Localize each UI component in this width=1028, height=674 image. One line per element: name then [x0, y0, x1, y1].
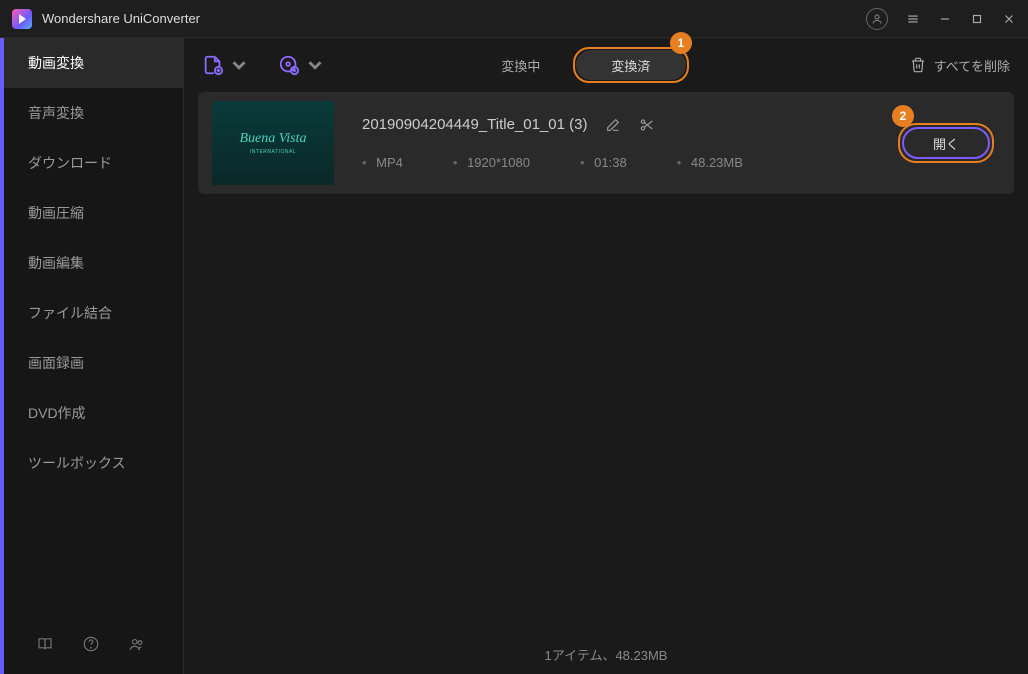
- file-thumbnail[interactable]: Buena Vista INTERNATIONAL: [212, 101, 334, 185]
- sidebar-item-label: DVD作成: [28, 403, 86, 423]
- sidebar-item-label: ファイル結合: [28, 303, 112, 323]
- tab-label: 変換中: [501, 56, 540, 75]
- annotation-badge-1: 1: [670, 32, 692, 54]
- help-icon[interactable]: [82, 635, 100, 653]
- file-name: 20190904204449_Title_01_01 (3): [362, 116, 587, 133]
- sidebar-item-toolbox[interactable]: ツールボックス: [4, 438, 183, 488]
- people-icon[interactable]: [128, 635, 146, 653]
- chevron-down-icon: [304, 54, 326, 76]
- annotation-highlight-2: [898, 123, 994, 163]
- sidebar-item-label: ツールボックス: [28, 453, 126, 473]
- sidebar-item-merge[interactable]: ファイル結合: [4, 288, 183, 338]
- cut-icon[interactable]: [639, 117, 655, 133]
- file-resolution: 1920*1080: [453, 155, 530, 170]
- maximize-icon[interactable]: [970, 12, 984, 26]
- file-card[interactable]: Buena Vista INTERNATIONAL 20190904204449…: [198, 92, 1014, 194]
- sidebar-item-label: 動画圧縮: [28, 203, 84, 223]
- thumb-text: Buena Vista: [239, 131, 306, 147]
- file-duration: 01:38: [580, 155, 627, 170]
- sidebar-item-label: 音声変換: [28, 103, 84, 123]
- delete-all-label: すべてを削除: [934, 56, 1010, 75]
- annotation-highlight-1: [573, 47, 689, 83]
- sidebar-item-label: 画面録画: [28, 353, 84, 373]
- add-disc-button[interactable]: [278, 54, 326, 76]
- edit-icon[interactable]: [605, 117, 621, 133]
- sidebar-item-label: 動画編集: [28, 253, 84, 273]
- annotation-badge-2: 2: [892, 105, 914, 127]
- sidebar-item-video-convert[interactable]: 動画変換: [4, 38, 183, 88]
- file-size: 48.23MB: [677, 155, 743, 170]
- trash-icon: [910, 57, 926, 73]
- account-icon[interactable]: [866, 8, 888, 30]
- chevron-down-icon: [228, 54, 250, 76]
- title-bar: Wondershare UniConverter: [0, 0, 1028, 38]
- sidebar-item-compress[interactable]: 動画圧縮: [4, 188, 183, 238]
- sidebar: 動画変換 音声変換 ダウンロード 動画圧縮 動画編集 ファイル結合 画面録画 D…: [0, 38, 184, 674]
- tab-converting[interactable]: 変換中: [466, 50, 576, 80]
- status-bar: 1アイテム、48.23MB: [184, 634, 1028, 674]
- delete-all-button[interactable]: すべてを削除: [910, 56, 1010, 75]
- close-icon[interactable]: [1002, 12, 1016, 26]
- app-logo: [12, 9, 32, 29]
- menu-icon[interactable]: [906, 12, 920, 26]
- toolbar: 変換中 変換済 1 すべてを削除: [184, 38, 1028, 92]
- app-title: Wondershare UniConverter: [42, 11, 866, 26]
- sidebar-item-audio-convert[interactable]: 音声変換: [4, 88, 183, 138]
- minimize-icon[interactable]: [938, 12, 952, 26]
- thumb-subtext: INTERNATIONAL: [250, 149, 296, 155]
- sidebar-item-dvd[interactable]: DVD作成: [4, 388, 183, 438]
- sidebar-item-record[interactable]: 画面録画: [4, 338, 183, 388]
- tab-group: 変換中 変換済 1: [466, 50, 686, 80]
- sidebar-item-label: ダウンロード: [28, 153, 112, 173]
- add-file-button[interactable]: [202, 54, 250, 76]
- book-icon[interactable]: [36, 635, 54, 653]
- sidebar-item-label: 動画変換: [28, 53, 84, 73]
- sidebar-item-edit[interactable]: 動画編集: [4, 238, 183, 288]
- sidebar-item-download[interactable]: ダウンロード: [4, 138, 183, 188]
- status-summary: 1アイテム、48.23MB: [545, 645, 668, 664]
- tab-converted[interactable]: 変換済 1: [576, 50, 686, 80]
- file-format: MP4: [362, 155, 403, 170]
